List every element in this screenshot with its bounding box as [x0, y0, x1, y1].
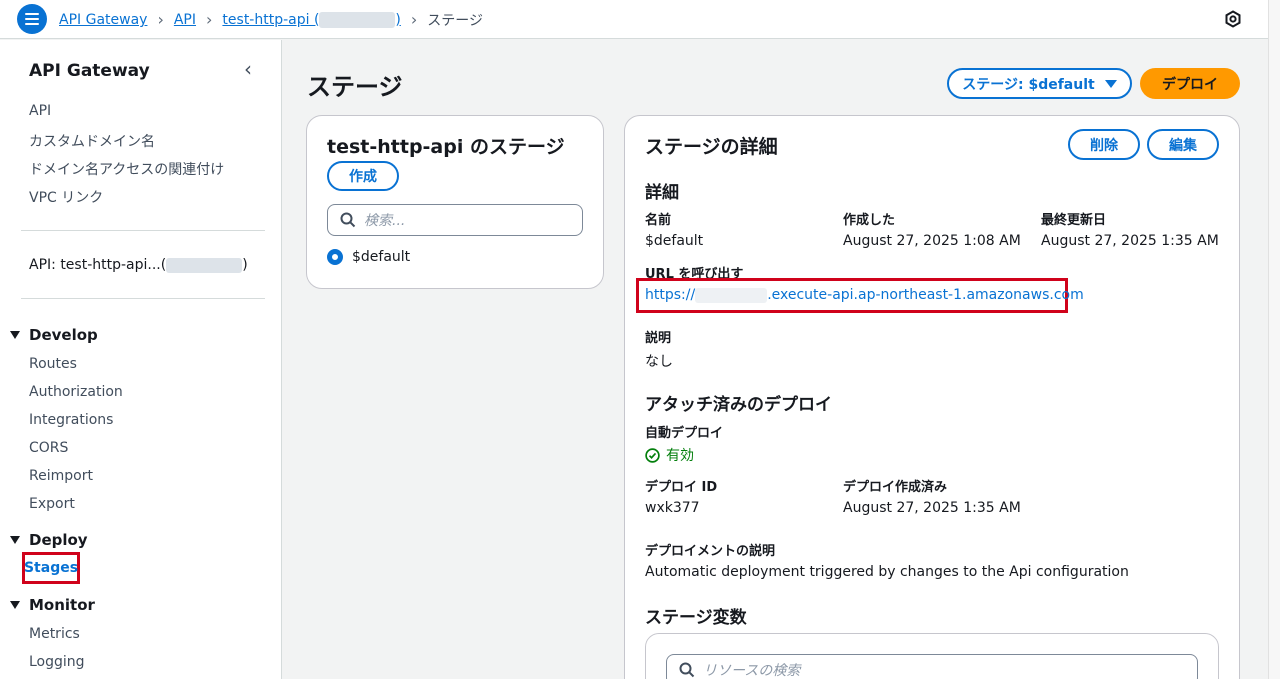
stage-search-input[interactable]: 検索... — [327, 204, 583, 236]
settings-hexagon-icon[interactable] — [1224, 10, 1242, 28]
chevron-right-icon: › — [410, 10, 418, 29]
description-label: 説明 — [645, 331, 672, 346]
deploy-created-label: デプロイ作成済み — [843, 480, 948, 495]
breadcrumb-api-name-end: ) — [395, 12, 401, 28]
created-value: August 27, 2025 1:08 AM — [843, 233, 1021, 249]
auto-deploy-label: 自動デプロイ — [645, 426, 724, 441]
redacted-api-id — [166, 257, 243, 273]
redacted-api-id — [695, 287, 768, 303]
menu-icon[interactable] — [17, 4, 47, 34]
sidebar-divider — [21, 298, 265, 299]
updated-label: 最終更新日 — [1041, 213, 1107, 228]
resource-search-placeholder: リソースの検索 — [703, 663, 801, 679]
resource-search-input[interactable]: リソースの検索 — [666, 654, 1198, 679]
chevron-right-icon: › — [206, 10, 213, 29]
sidebar-item-reimport[interactable]: Reimport — [29, 468, 93, 484]
details-heading: 詳細 — [645, 183, 679, 203]
sidebar-section-develop-label: Develop — [29, 326, 98, 344]
sidebar-api-context-end: ) — [242, 257, 248, 273]
created-label: 作成した — [843, 213, 896, 228]
stage-select-label: ステージ: $default — [962, 76, 1095, 93]
sidebar-item-routes[interactable]: Routes — [29, 356, 77, 372]
delete-button[interactable]: 削除 — [1068, 129, 1140, 160]
stage-select-dropdown[interactable]: ステージ: $default — [947, 68, 1132, 99]
deploy-id-label: デプロイ ID — [645, 480, 718, 495]
vertical-scrollbar[interactable] — [1268, 0, 1280, 679]
collapse-sidebar-icon[interactable]: ‹ — [244, 59, 258, 79]
breadcrumb: API Gateway › API › test-http-api () › ス… — [59, 10, 483, 30]
name-label: 名前 — [645, 213, 672, 228]
search-icon — [340, 212, 356, 228]
auto-deploy-value: 有効 — [666, 448, 694, 464]
breadcrumb-api-gateway[interactable]: API Gateway — [59, 12, 147, 28]
sidebar-divider — [21, 230, 265, 231]
sidebar-item-export[interactable]: Export — [29, 496, 75, 512]
breadcrumb-api-name-label: test-http-api ( — [222, 12, 320, 28]
breadcrumb-api[interactable]: API — [174, 12, 196, 28]
top-navigation-bar: API Gateway › API › test-http-api () › ス… — [0, 0, 1268, 39]
sidebar-section-deploy[interactable]: Deploy — [10, 531, 88, 549]
description-value: なし — [645, 354, 673, 370]
stage-details-title: ステージの詳細 — [645, 136, 778, 158]
caret-down-icon — [10, 331, 20, 339]
radio-selected[interactable] — [327, 249, 343, 265]
updated-value: August 27, 2025 1:35 AM — [1041, 233, 1219, 249]
breadcrumb-api-name[interactable]: test-http-api () — [222, 12, 401, 28]
sidebar-api-context-label: API: test-http-api...( — [29, 257, 167, 273]
sidebar-section-monitor[interactable]: Monitor — [10, 596, 95, 614]
deployment-description-label: デプロイメントの説明 — [645, 544, 776, 559]
deploy-created-value: August 27, 2025 1:35 AM — [843, 500, 1021, 516]
sidebar-item-api[interactable]: API — [29, 103, 51, 119]
sidebar-item-custom-domains[interactable]: カスタムドメイン名 — [29, 131, 155, 151]
sidebar: API Gateway ‹ API カスタムドメイン名 ドメイン名アクセスの関連… — [0, 40, 282, 679]
page-title: ステージ — [307, 73, 403, 101]
redacted-api-id — [319, 12, 396, 28]
invoke-url-prefix: https:// — [645, 287, 696, 303]
sidebar-api-context[interactable]: API: test-http-api...() — [29, 257, 248, 273]
create-stage-button[interactable]: 作成 — [327, 161, 399, 191]
sidebar-section-develop[interactable]: Develop — [10, 326, 98, 344]
deployment-description-value: Automatic deployment triggered by change… — [645, 564, 1129, 580]
edit-button[interactable]: 編集 — [1147, 129, 1219, 160]
sidebar-item-cors[interactable]: CORS — [29, 440, 68, 456]
caret-down-icon — [10, 601, 20, 609]
sidebar-section-monitor-label: Monitor — [29, 596, 95, 614]
stage-option-default[interactable]: $default — [327, 249, 410, 265]
sidebar-title: API Gateway — [29, 61, 150, 81]
sidebar-item-logging[interactable]: Logging — [29, 654, 85, 670]
stage-list-panel: test-http-api のステージ 作成 検索... $default — [306, 115, 604, 289]
caret-down-icon — [1104, 79, 1117, 88]
caret-down-icon — [10, 536, 20, 544]
sidebar-item-vpc-links[interactable]: VPC リンク — [29, 187, 103, 207]
sidebar-item-stages[interactable]: Stages — [22, 552, 80, 584]
stage-variables-heading: ステージ変数 — [645, 608, 747, 628]
name-value: $default — [645, 233, 704, 249]
attached-deployment-heading: アタッチ済みのデプロイ — [645, 395, 832, 415]
deploy-button[interactable]: デプロイ — [1140, 68, 1240, 99]
sidebar-item-metrics[interactable]: Metrics — [29, 626, 80, 642]
stage-search-placeholder: 検索... — [364, 213, 406, 229]
sidebar-item-domain-access[interactable]: ドメイン名アクセスの関連付け — [29, 159, 224, 179]
search-icon — [679, 662, 695, 678]
auto-deploy-status: 有効 — [645, 445, 694, 465]
stage-list-title: test-http-api のステージ — [327, 136, 565, 158]
chevron-right-icon: › — [157, 10, 164, 29]
stage-option-label: $default — [352, 249, 411, 265]
sidebar-item-authorization[interactable]: Authorization — [29, 384, 123, 400]
deploy-id-value: wxk377 — [645, 500, 700, 516]
breadcrumb-current: ステージ — [427, 13, 484, 29]
invoke-url-link[interactable]: https:// .execute-api.ap-northeast-1.amaz… — [645, 287, 1084, 303]
sidebar-section-deploy-label: Deploy — [29, 531, 88, 549]
invoke-url-suffix: .execute-api.ap-northeast-1.amazonaws.co… — [767, 287, 1084, 303]
check-circle-icon — [645, 447, 660, 463]
sidebar-item-integrations[interactable]: Integrations — [29, 412, 113, 428]
stage-variables-panel: リソースの検索 — [645, 633, 1219, 679]
